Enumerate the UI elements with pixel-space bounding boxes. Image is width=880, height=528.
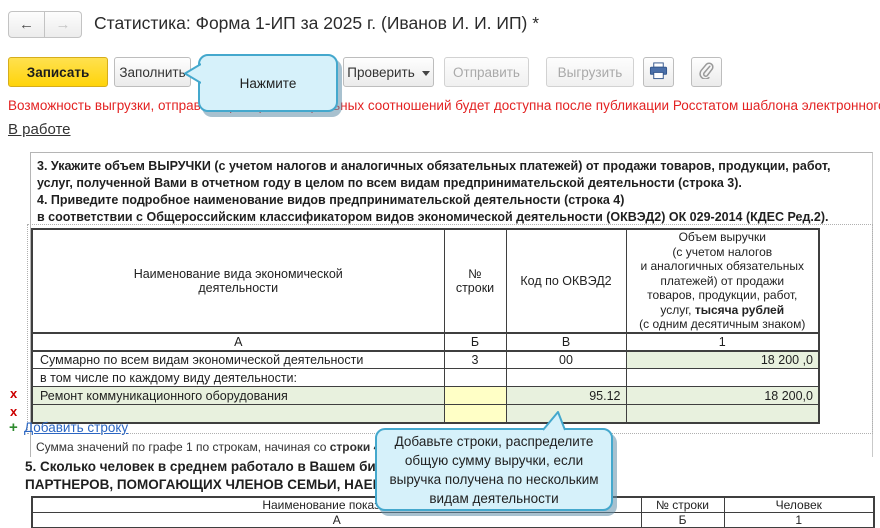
form-1ip-window: ← → Статистика: Форма 1-ИП за 2025 г. (И… (0, 0, 880, 528)
attach-button[interactable] (691, 57, 722, 87)
callout-tail-left (184, 63, 201, 84)
question-5-text: 5. Сколько человек в среднем работало в … (25, 459, 429, 492)
paperclip-icon (698, 62, 715, 82)
back-button[interactable]: ← (8, 11, 45, 38)
delete-row-button[interactable]: x (10, 405, 17, 419)
printer-icon (649, 61, 668, 83)
letter-cell: А (31, 332, 445, 351)
col-header-row-number: № строки (640, 496, 725, 513)
press-hint-callout: Нажмите (198, 54, 338, 112)
col-header-activity-name: Наименование вида экономической деятельн… (31, 228, 445, 334)
letter-cell: Б (443, 332, 507, 351)
publish-warning-text: Возможность выгрузки, отправки, проверки… (8, 98, 880, 113)
revenue-by-activity-table: Наименование вида экономической деятельн… (31, 228, 820, 424)
activity-name-cell[interactable]: Ремонт коммуникационного оборудования (31, 386, 445, 405)
col-header-row-number: № строки (443, 228, 507, 334)
total-revenue-cell[interactable]: 18 200 ,0 (625, 350, 820, 369)
table-row-activity-2 (31, 404, 820, 423)
letter-cell: Б (640, 512, 725, 528)
page-title: Статистика: Форма 1-ИП за 2025 г. (Ивано… (94, 13, 540, 33)
check-button-label: Проверить (347, 64, 415, 80)
forward-button[interactable]: → (45, 11, 82, 38)
letter-cell: А (31, 512, 642, 528)
table-row-subheader: в том числе по каждому виду деятельности… (31, 368, 820, 387)
save-button[interactable]: Записать (8, 57, 108, 87)
table-row-total: Суммарно по всем видам экономической дея… (31, 350, 820, 369)
instructions-3-4: 3. Укажите объем ВЫРУЧКИ (с учетом налог… (37, 159, 831, 224)
activity-code-cell[interactable]: 95.12 (505, 386, 627, 405)
sum-note: Сумма значений по графе 1 по строкам, на… (36, 440, 429, 454)
history-nav: ← → (8, 11, 82, 38)
table-row-activity-1: Ремонт коммуникационного оборудования 95… (31, 386, 820, 405)
delete-row-button[interactable]: x (10, 387, 17, 401)
activity-revenue-cell[interactable] (625, 404, 820, 423)
activity-rownum-cell[interactable] (443, 404, 507, 423)
add-icon: + (9, 419, 18, 436)
column-letters-row: А Б В 1 (31, 332, 820, 351)
status-link[interactable]: В работе (8, 121, 71, 138)
empty-cell (443, 368, 507, 387)
add-row-link[interactable]: Добавить строку (24, 420, 128, 435)
add-rows-hint-callout: Добавьте строки, распределите общую сумм… (375, 428, 613, 511)
callout-tail-up (542, 411, 566, 431)
total-code-cell: 00 (505, 350, 627, 369)
chevron-down-icon (421, 70, 430, 76)
print-button[interactable] (643, 57, 674, 87)
activity-rownum-cell[interactable] (443, 386, 507, 405)
col-header-revenue: Объем выручки (с учетом налогов и аналог… (625, 228, 820, 334)
letter-cell: 1 (723, 512, 875, 528)
export-button[interactable]: Выгрузить (546, 57, 634, 87)
subheader-cell: в том числе по каждому виду деятельности… (31, 368, 445, 387)
col-header-okved-code: Код по ОКВЭД2 (505, 228, 627, 334)
column-letters-row: А Б 1 (31, 512, 875, 528)
send-button[interactable]: Отправить (444, 57, 529, 87)
letter-cell: В (505, 332, 627, 351)
activity-revenue-cell[interactable]: 18 200,0 (625, 386, 820, 405)
col-header-people: Человек (723, 496, 875, 513)
check-button[interactable]: Проверить (343, 57, 434, 87)
empty-cell (505, 368, 627, 387)
empty-cell (625, 368, 820, 387)
letter-cell: 1 (625, 332, 820, 351)
total-rownum-cell: 3 (443, 350, 507, 369)
total-name-cell: Суммарно по всем видам экономической дея… (31, 350, 445, 369)
fill-button[interactable]: Заполнить (114, 57, 191, 87)
